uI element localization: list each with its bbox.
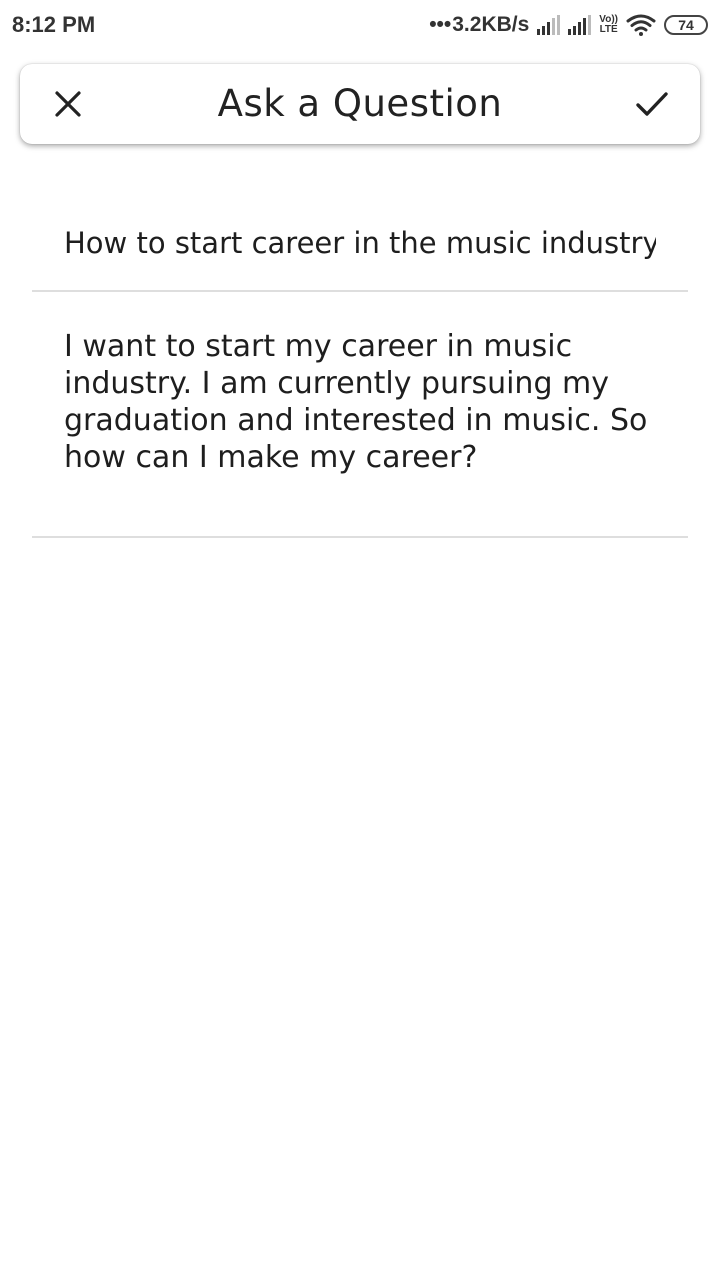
volte-bottom-label: LTE xyxy=(599,24,618,35)
status-icons: •••3.2KB/s Vo)) LTE 74 xyxy=(429,10,708,40)
notification-dots: ••• xyxy=(429,13,452,36)
page-title: Ask a Question xyxy=(217,82,503,125)
status-time: 8:12 PM xyxy=(12,12,96,37)
signal-icon-2 xyxy=(568,15,592,35)
question-body-input[interactable]: I want to start my career in music indus… xyxy=(64,328,664,476)
question-body-field[interactable]: I want to start my career in music indus… xyxy=(32,294,688,538)
toolbar: Ask a Question xyxy=(20,64,700,144)
network-speed: •••3.2KB/s xyxy=(429,13,529,37)
wifi-icon xyxy=(626,14,656,36)
network-speed-value: 3.2KB/s xyxy=(452,13,530,36)
check-icon[interactable] xyxy=(634,88,670,120)
question-title-input[interactable]: How to start career in the music industr… xyxy=(64,226,656,260)
signal-icon xyxy=(537,15,561,35)
volte-icon: Vo)) LTE xyxy=(599,15,618,35)
question-title-field[interactable]: How to start career in the music industr… xyxy=(32,200,688,292)
status-bar: 8:12 PM •••3.2KB/s Vo)) LTE 74 xyxy=(0,0,720,52)
battery-icon: 74 xyxy=(664,15,708,35)
